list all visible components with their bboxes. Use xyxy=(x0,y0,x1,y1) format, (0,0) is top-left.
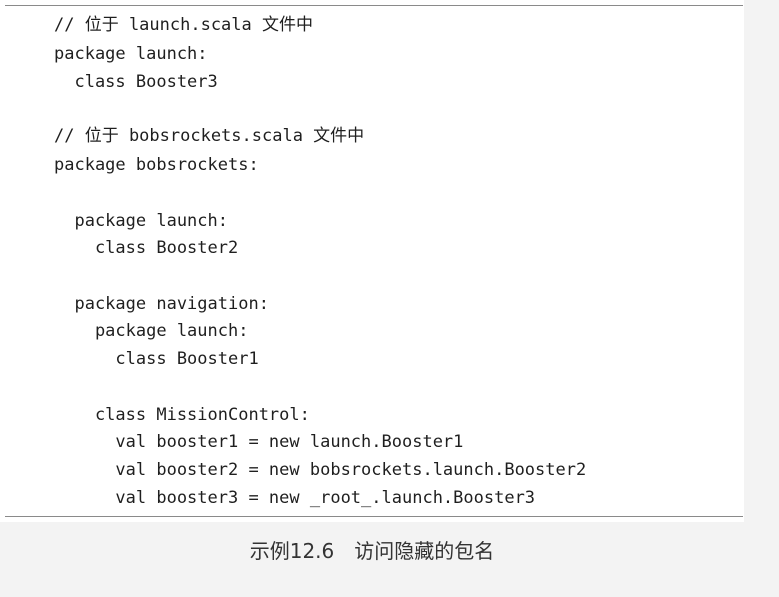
code-block: // 位于 launch.scala 文件中 package launch: c… xyxy=(0,0,744,522)
code-line: class Booster1 xyxy=(54,349,259,369)
code-line: // 位于 launch.scala 文件中 xyxy=(54,15,313,35)
code-line: package bobsrockets: xyxy=(54,155,259,175)
code-line: val booster2 = new bobsrockets.launch.Bo… xyxy=(54,460,587,480)
code-listing-panel: // 位于 launch.scala 文件中 package launch: c… xyxy=(0,0,744,522)
code-line: package launch: xyxy=(54,321,249,341)
bottom-rule xyxy=(5,516,743,517)
code-line: class MissionControl: xyxy=(54,405,310,425)
code-line: class Booster3 xyxy=(54,72,218,92)
code-line: package navigation: xyxy=(54,294,269,314)
code-line: package launch: xyxy=(54,211,228,231)
listing-caption: 示例12.6 访问隐藏的包名 xyxy=(249,539,495,563)
code-line: val booster3 = new _root_.launch.Booster… xyxy=(54,488,536,508)
code-line: package launch: xyxy=(54,44,208,64)
code-line: class Booster2 xyxy=(54,238,239,258)
code-line: val booster1 = new launch.Booster1 xyxy=(54,432,464,452)
code-line: // 位于 bobsrockets.scala 文件中 xyxy=(54,126,365,146)
